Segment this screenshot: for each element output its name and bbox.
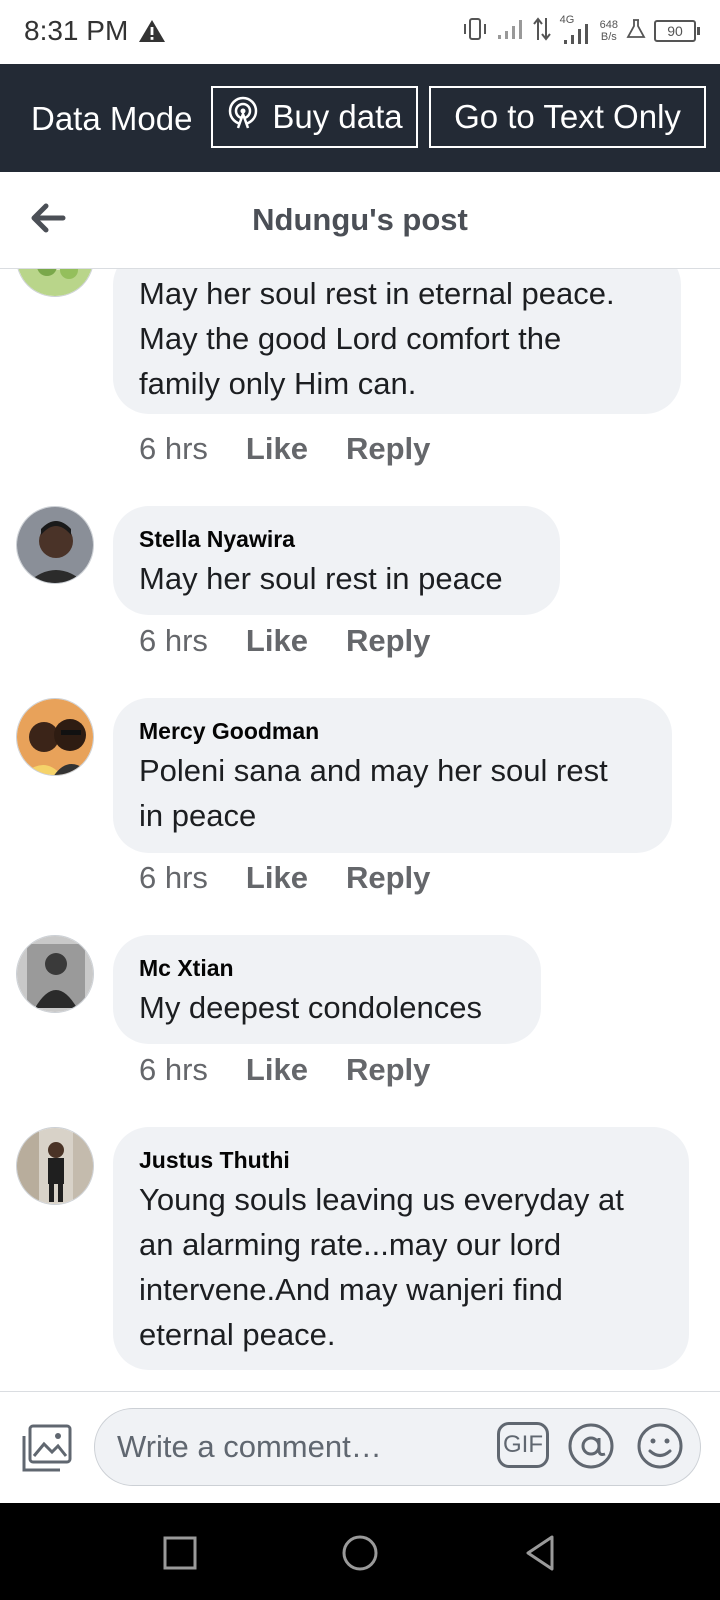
page-title: Ndungu's post — [252, 202, 468, 237]
comment-text: May her soul rest in eternal peace. — [139, 276, 615, 311]
warning-icon — [138, 18, 166, 49]
like-button[interactable]: Like — [246, 860, 308, 896]
comment-text: My deepest condolences — [139, 990, 482, 1025]
buy-data-label: Buy data — [272, 98, 403, 135]
comment-text: an alarming rate...may our lord — [139, 1227, 562, 1262]
comment-text: in peace — [139, 798, 257, 833]
circle-icon — [340, 1535, 380, 1577]
gif-label: GIF — [503, 1431, 543, 1458]
comment-actions: 6 hrs Like Reply — [139, 431, 430, 467]
emoji-button[interactable] — [636, 1422, 684, 1475]
avatar[interactable] — [16, 1127, 94, 1205]
like-button[interactable]: Like — [246, 1052, 308, 1088]
comment-time: 6 hrs — [139, 1052, 208, 1087]
signal-icon — [496, 17, 524, 46]
flask-icon — [626, 18, 646, 45]
comment-time: 6 hrs — [139, 431, 208, 466]
buy-data-button[interactable]: Buy data — [211, 86, 418, 148]
battery-icon: 90 — [654, 20, 700, 42]
android-nav-bar — [0, 1503, 720, 1600]
network-speed: 648 B/s — [600, 19, 618, 43]
triangle-back-icon — [520, 1535, 560, 1577]
status-bar: 8:31 PM 4G 648 B/s 90 — [0, 0, 720, 64]
reply-button[interactable]: Reply — [346, 431, 430, 467]
comment-text: Young souls leaving us everyday at — [139, 1182, 624, 1217]
home-button[interactable] — [340, 1533, 380, 1573]
comment-author[interactable]: Justus Thuthi — [139, 1147, 663, 1173]
comments-list: May her soul rest in eternal peace. May … — [0, 269, 720, 1391]
comment-text: May the good Lord comfort the — [139, 321, 562, 356]
recents-button[interactable] — [160, 1533, 200, 1573]
reply-button[interactable]: Reply — [346, 623, 430, 659]
comment-text: May her soul rest in peace — [139, 561, 503, 596]
text-only-label: Go to Text Only — [454, 98, 681, 135]
reply-button[interactable]: Reply — [346, 1052, 430, 1088]
broadcast-icon — [226, 96, 260, 138]
comment-time: 6 hrs — [139, 623, 208, 658]
back-nav-button[interactable] — [520, 1533, 560, 1573]
vibrate-icon — [462, 17, 488, 46]
comment-author[interactable]: Mercy Goodman — [139, 718, 646, 744]
like-button[interactable]: Like — [246, 431, 308, 467]
data-mode-bar: Data Mode Buy data Go to Text Only — [0, 64, 720, 172]
signal-4g-icon: 4G — [560, 14, 592, 46]
comment-actions: 6 hrs Like Reply — [139, 860, 430, 896]
comment-actions: 6 hrs Like Reply — [139, 623, 430, 659]
comment-text: eternal peace. — [139, 1317, 336, 1352]
avatar[interactable] — [16, 269, 94, 297]
avatar[interactable] — [16, 698, 94, 776]
comment-author[interactable]: Stella Nyawira — [139, 526, 534, 552]
reply-button[interactable]: Reply — [346, 860, 430, 896]
comment-bubble: Mercy Goodman Poleni sana and may her so… — [113, 698, 672, 853]
comment-text: intervene.And may wanjeri find — [139, 1272, 563, 1307]
battery-level: 90 — [667, 23, 683, 39]
avatar[interactable] — [16, 935, 94, 1013]
speed-unit: B/s — [600, 31, 617, 43]
comment-text: family only Him can. — [139, 366, 417, 401]
clock: 8:31 PM — [24, 15, 129, 46]
comment-actions: 6 hrs Like Reply — [139, 1052, 430, 1088]
text-only-button[interactable]: Go to Text Only — [429, 86, 706, 148]
comment-text: Poleni sana and may her soul rest — [139, 753, 608, 788]
avatar[interactable] — [16, 506, 94, 584]
at-icon — [567, 1423, 615, 1474]
photo-icon — [20, 1424, 74, 1478]
comment-bubble: Mc Xtian My deepest condolences — [113, 935, 541, 1044]
comment-bubble: Stella Nyawira May her soul rest in peac… — [113, 506, 560, 615]
data-mode-label: Data Mode — [31, 100, 193, 137]
post-header: Ndungu's post — [0, 172, 720, 269]
comment-bubble: May her soul rest in eternal peace. May … — [113, 269, 681, 414]
status-icons: 4G 648 B/s 90 — [462, 14, 700, 48]
photo-button[interactable] — [20, 1424, 74, 1474]
data-transfer-icon — [532, 16, 552, 47]
smiley-icon — [636, 1423, 684, 1474]
comment-composer: GIF — [0, 1391, 720, 1504]
square-icon — [160, 1536, 200, 1577]
like-button[interactable]: Like — [246, 623, 308, 659]
mention-button[interactable] — [567, 1422, 615, 1475]
comment-time: 6 hrs — [139, 860, 208, 895]
speed-value: 648 — [599, 19, 618, 31]
comment-bubble: Justus Thuthi Young souls leaving us eve… — [113, 1127, 689, 1370]
gif-button[interactable]: GIF — [497, 1422, 549, 1468]
comment-author[interactable]: Mc Xtian — [139, 955, 515, 981]
